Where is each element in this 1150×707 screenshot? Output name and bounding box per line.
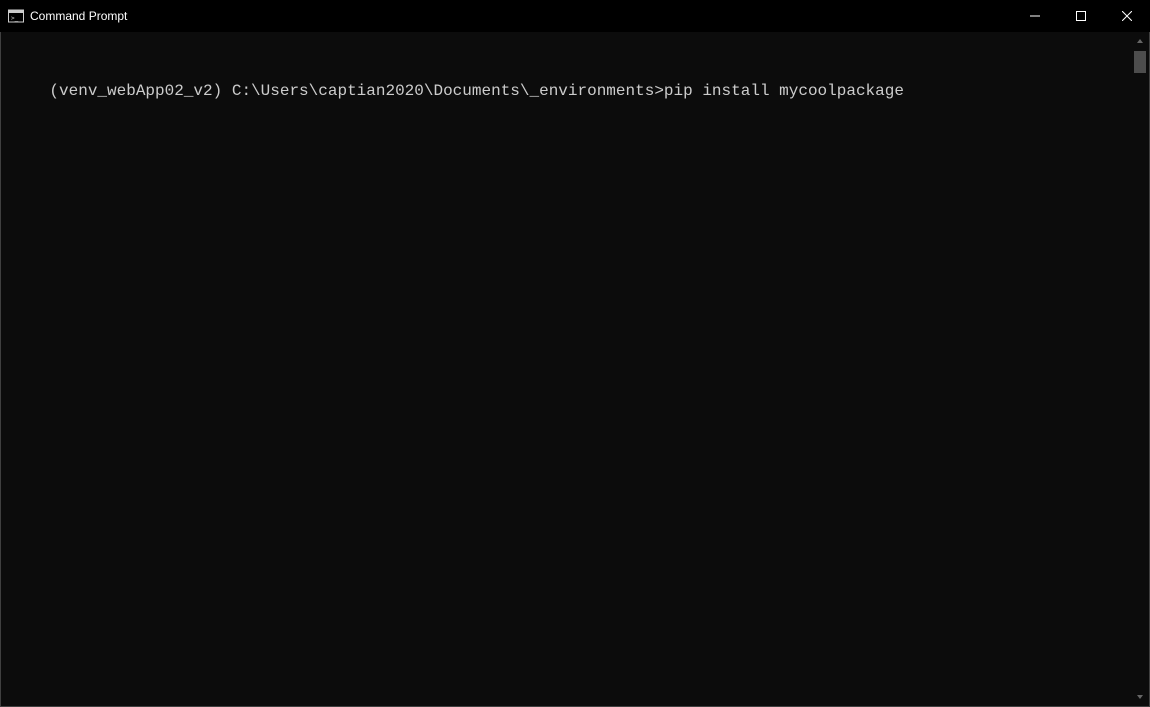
command-text: pip install mycoolpackage xyxy=(664,82,904,100)
scroll-up-arrow[interactable] xyxy=(1132,33,1148,49)
scrollbar[interactable] xyxy=(1132,33,1148,705)
maximize-button[interactable] xyxy=(1058,0,1104,32)
window-controls xyxy=(1012,0,1150,32)
scrollbar-thumb[interactable] xyxy=(1134,51,1146,73)
command-prompt-icon: >_ xyxy=(8,8,24,24)
window-title: Command Prompt xyxy=(30,9,127,23)
svg-text:>_: >_ xyxy=(11,15,19,22)
prompt-venv: (venv_webApp02_v2) xyxy=(49,82,231,100)
scroll-down-arrow[interactable] xyxy=(1132,689,1148,705)
titlebar-left: >_ Command Prompt xyxy=(8,8,127,24)
prompt-path: C:\Users\captian2020\Documents\_environm… xyxy=(232,82,664,100)
window-titlebar: >_ Command Prompt xyxy=(0,0,1150,32)
close-button[interactable] xyxy=(1104,0,1150,32)
terminal-area[interactable]: (venv_webApp02_v2) C:\Users\captian2020\… xyxy=(0,32,1150,707)
terminal-content[interactable]: (venv_webApp02_v2) C:\Users\captian2020\… xyxy=(1,32,1149,706)
prompt-line: (venv_webApp02_v2) C:\Users\captian2020\… xyxy=(49,82,904,100)
minimize-button[interactable] xyxy=(1012,0,1058,32)
